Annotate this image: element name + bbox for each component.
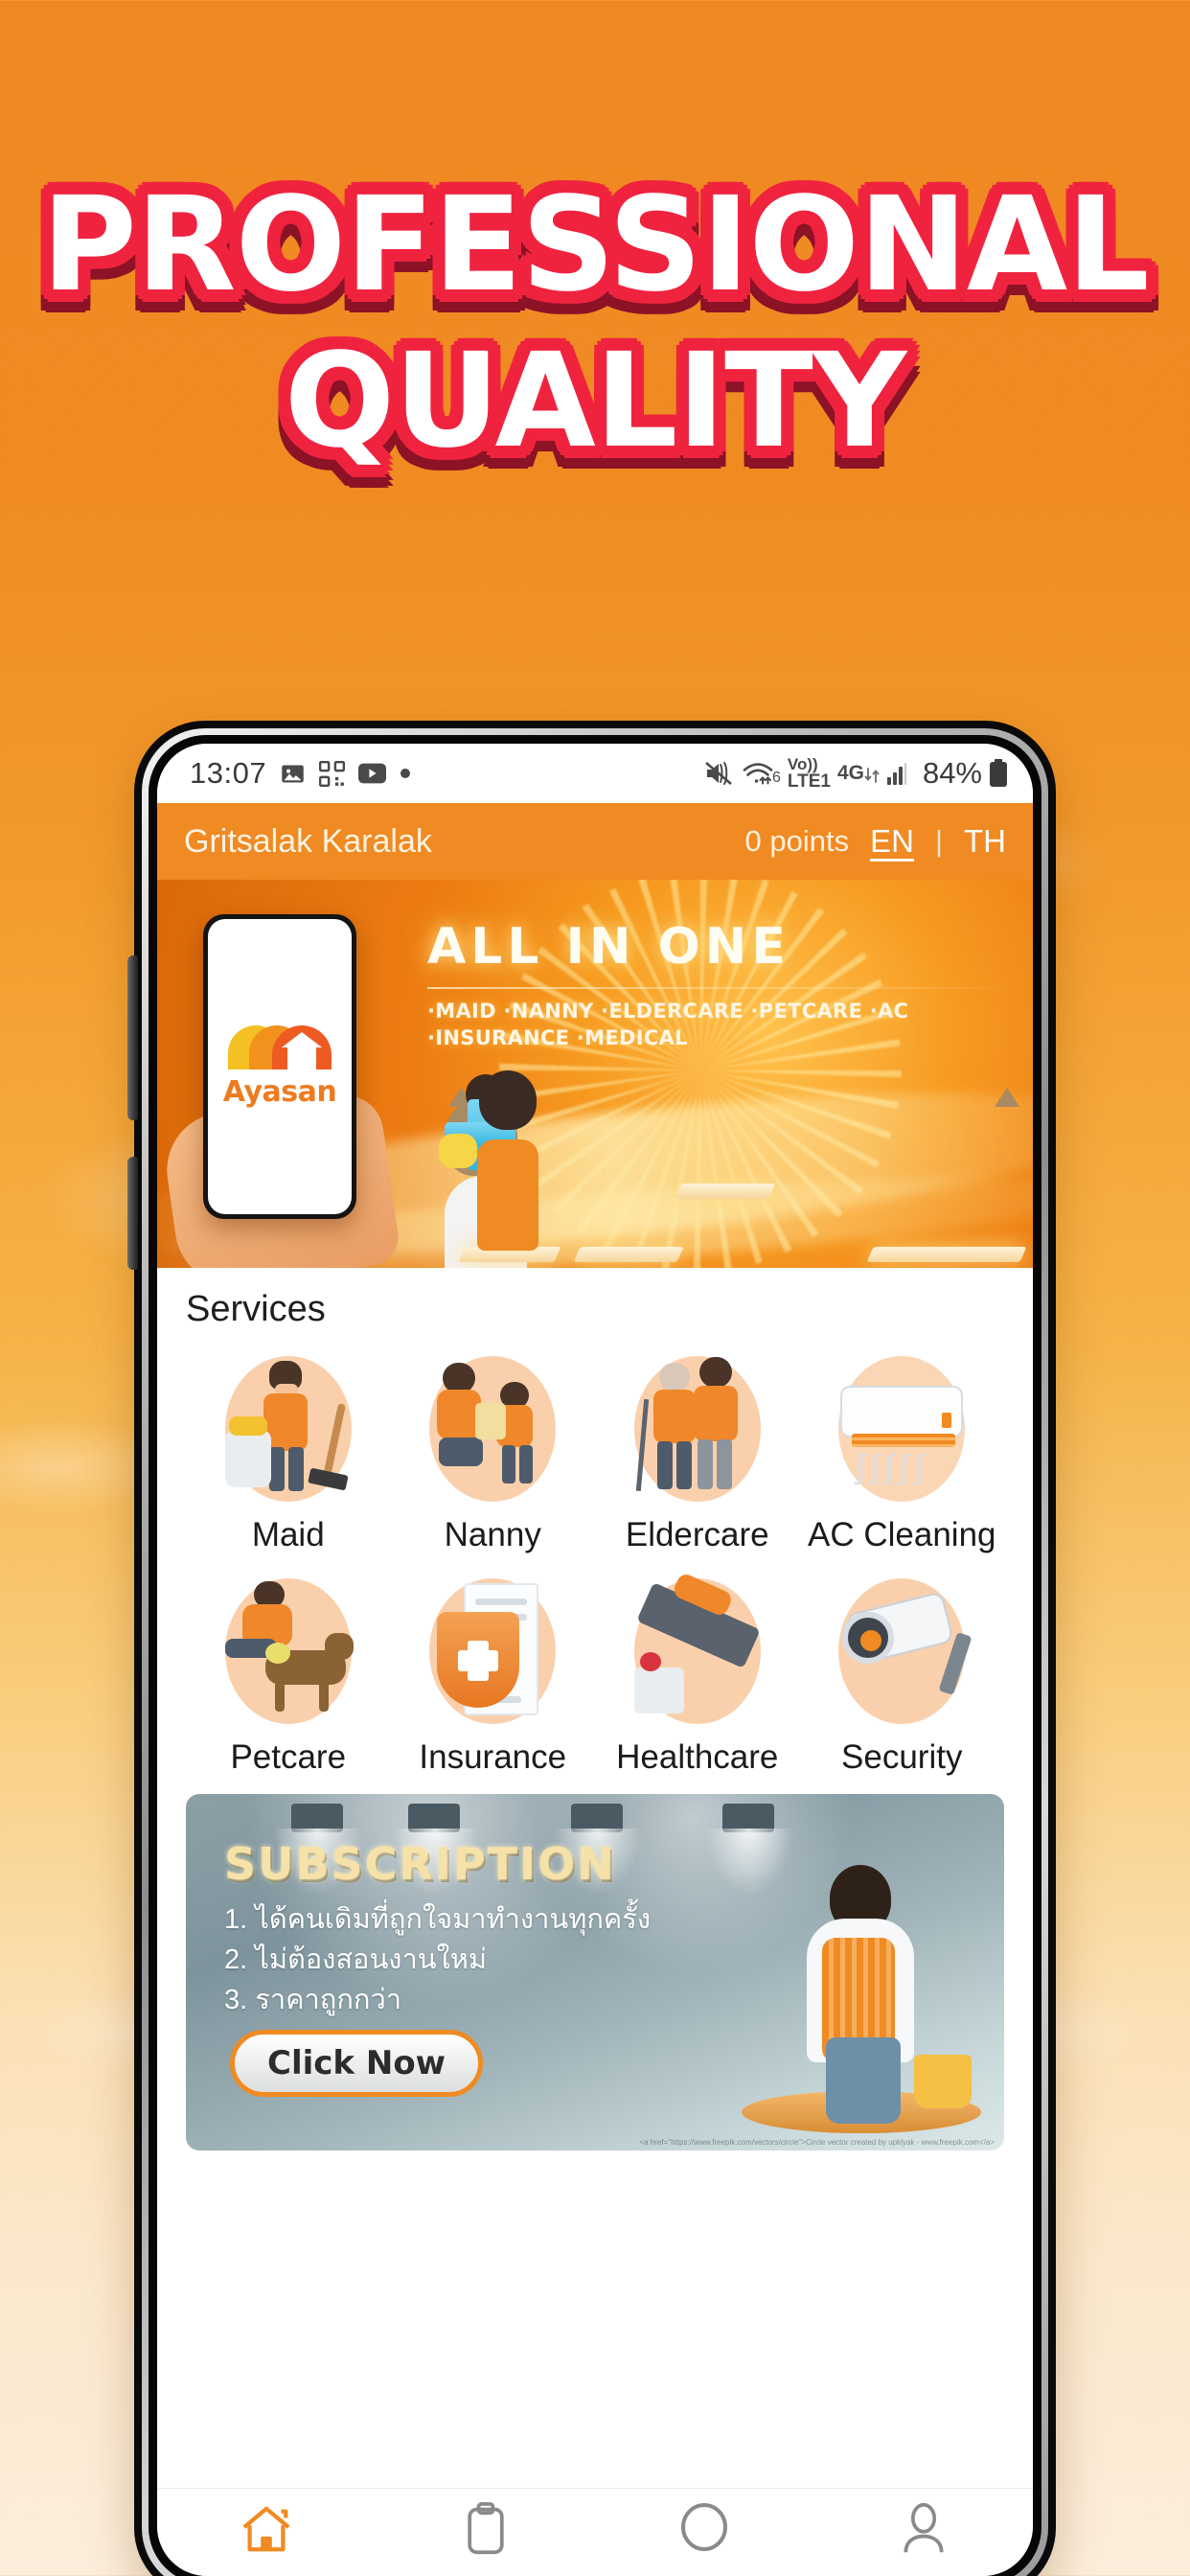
mute-vibrate-icon [704,760,735,787]
stage-light-icon [274,1804,362,1896]
status-bar: 13:07 6 Vo)) LTE1 4G 84% [157,744,1033,803]
status-time: 13:07 [190,756,267,790]
battery-percent: 84% [922,756,982,790]
image-icon [280,761,306,787]
promo-bullet-list: 1. ได้คนเดิมที่ถูกใจมาทำงานทุกครั้ง 2. ไ… [224,1899,651,2020]
phone-screen: 13:07 6 Vo)) LTE1 4G 84% Gritsalak Karal… [157,744,1033,2576]
header-right-group: 0 points EN | TH [745,823,1006,860]
qr-code-icon [319,760,346,787]
promo-bullet: 1. ได้คนเดิมที่ถูกใจมาทำงานทุกครั้ง [224,1904,652,1935]
battery-icon [989,759,1008,788]
promo-bullet: 2. ไม่ต้องสอนงานใหม่ [224,1944,487,1976]
subscription-banner[interactable]: SUBSCRIPTION 1. ได้คนเดิมที่ถูกใจมาทำงาน… [186,1794,1004,2150]
service-item-security[interactable]: Security [800,1566,1005,1777]
maid-vacuum-icon [199,1344,378,1514]
service-label: AC Cleaning [808,1516,996,1553]
bottom-navigation [157,2488,1033,2576]
promo-bullet: 3. ราคาถูกกว่า [224,1985,402,2016]
headline-line-2: QUALITY [284,326,907,478]
hero-divider [427,987,1018,989]
volte-label: Vo)) [787,755,818,773]
phone-mockup: 13:07 6 Vo)) LTE1 4G 84% Gritsalak Karal… [127,721,1056,2576]
4g-icon: 4G [837,762,880,785]
user-name[interactable]: Gritsalak Karalak [184,823,432,861]
house-icon [282,1031,322,1070]
ayasan-wordmark: Ayasan [222,1074,337,1109]
nav-item-chat[interactable] [647,2502,762,2556]
service-item-petcare[interactable]: Petcare [186,1566,391,1777]
wifi-gen-label: 6 [771,769,781,786]
nav-item-profile[interactable] [866,2502,981,2556]
ayasan-logo: Ayasan [208,919,352,1214]
signal-bars-icon [886,761,913,786]
lang-en-button[interactable]: EN [870,823,914,860]
service-item-eldercare[interactable]: Eldercare [595,1344,800,1554]
click-now-button[interactable]: Click Now [230,2030,484,2097]
volte-icon: Vo)) LTE1 [788,756,831,791]
nanny-child-icon [403,1344,582,1514]
freepik-attribution: <a href="https://www.freepik.com/vectors… [639,2138,995,2147]
hero-banner[interactable]: Ayasan ALL IN ONE ·MAID ·NANNY ·ELDERCAR… [157,880,1033,1268]
lang-separator: | [934,824,943,858]
promo-title: SUBSCRIPTION [224,1838,616,1890]
home-icon[interactable] [239,2502,294,2556]
security-camera-icon [812,1566,991,1736]
service-label: Security [841,1738,963,1776]
eldercare-icon [608,1344,787,1514]
insurance-shield-icon [403,1566,582,1736]
status-bar-right: 6 Vo)) LTE1 4G 84% [704,756,1008,791]
service-item-healthcare[interactable]: Healthcare [595,1566,800,1777]
headline-line-1: PROFESSIONAL [41,170,1150,321]
lang-th-button[interactable]: TH [964,823,1006,860]
hero-text-block: ALL IN ONE ·MAID ·NANNY ·ELDERCARE ·PETC… [427,918,1018,1051]
person-icon[interactable] [902,2502,946,2556]
service-label: Healthcare [616,1738,779,1776]
hero-phone-illustration: Ayasan [203,914,356,1219]
points-label[interactable]: 0 points [745,824,850,859]
petcare-dog-icon [199,1566,378,1736]
service-item-nanny[interactable]: Nanny [391,1344,596,1554]
ayasan-arch-logo-icon [228,1024,332,1070]
stage-light-icon [705,1804,793,1896]
power-button[interactable] [127,1157,138,1270]
service-label: Insurance [419,1738,567,1776]
service-label: Maid [251,1516,325,1553]
stage-light-icon [554,1804,642,1896]
hero-title: ALL IN ONE [427,918,790,976]
healthcare-bed-icon [608,1566,787,1736]
wifi-icon: 6 [742,761,781,787]
service-item-maid[interactable]: Maid [186,1344,391,1554]
service-item-insurance[interactable]: Insurance [391,1566,596,1777]
app-header: Gritsalak Karalak 0 points EN | TH [157,803,1033,880]
hero-subtitle-line-2: ·INSURANCE ·MEDICAL [427,1025,688,1049]
services-section: Services Maid Nanny Eldercare ∫∫∫∫∫ AC C… [157,1268,1033,1777]
poster-headline: PROFESSIONAL QUALITY [0,170,1190,478]
stage-light-icon [391,1804,479,1896]
hero-figures [439,1070,1027,1268]
service-label: Petcare [230,1738,347,1776]
air-conditioner-icon: ∫∫∫∫∫ [812,1344,991,1514]
network-label: 4G [836,762,864,784]
service-label: Eldercare [625,1516,769,1553]
hero-subtitle-line-1: ·MAID ·NANNY ·ELDERCARE ·PETCARE ·AC [427,1000,909,1023]
clipboard-icon[interactable] [462,2502,510,2556]
lte-label: LTE1 [787,771,831,792]
nav-item-home[interactable] [209,2502,324,2556]
promo-maid-illustration [784,1857,947,2124]
nav-item-orders[interactable] [428,2502,543,2556]
dot-icon [400,768,411,779]
status-bar-left: 13:07 [190,756,411,791]
volume-button[interactable] [127,955,138,1120]
service-item-ac-cleaning[interactable]: ∫∫∫∫∫ AC Cleaning [800,1344,1005,1554]
services-heading: Services [186,1289,326,1329]
service-label: Nanny [444,1516,541,1553]
services-grid: Maid Nanny Eldercare ∫∫∫∫∫ AC Cleaning P… [186,1344,1004,1777]
chat-icon[interactable] [677,2502,731,2556]
youtube-icon [358,763,387,784]
